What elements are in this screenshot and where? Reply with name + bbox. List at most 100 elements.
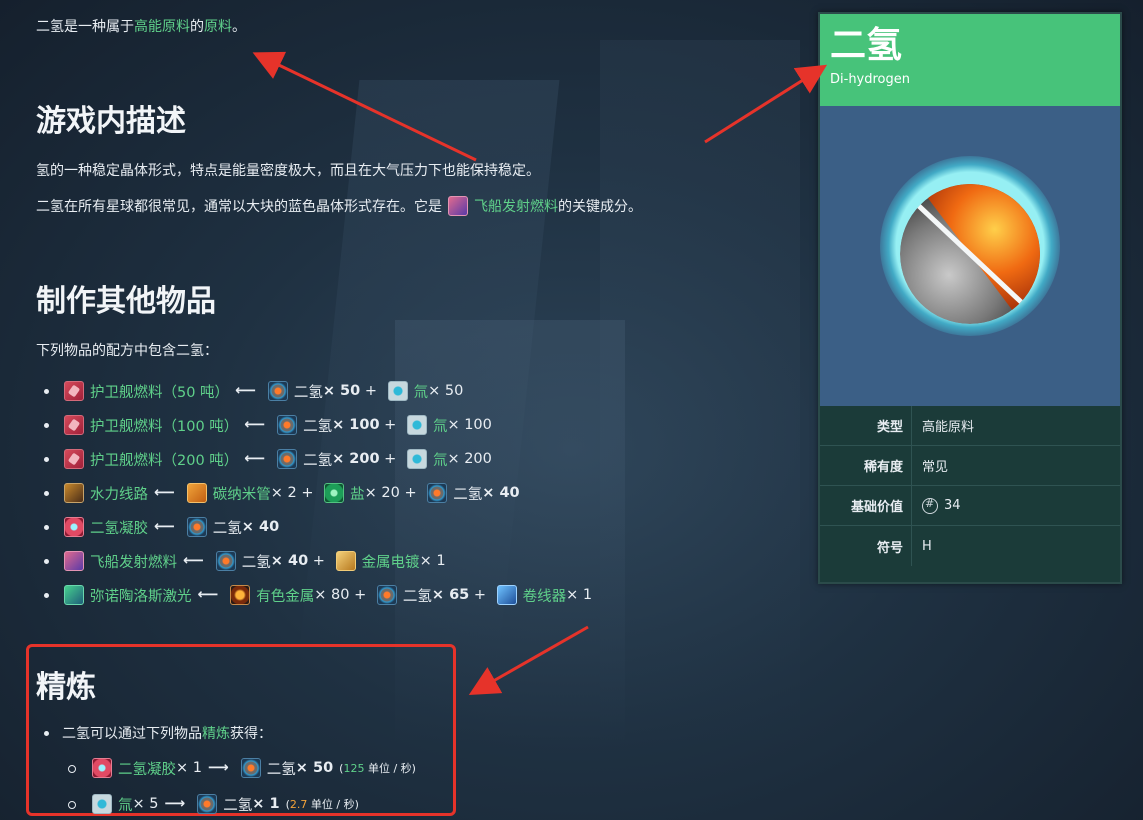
dihydrogen-icon[interactable] <box>267 381 288 401</box>
ingredient-qty: × 100 <box>447 417 492 433</box>
description-line-2-prefix: 二氢在所有星球都很常见，通常以大块的蓝色晶体形式存在。它是 <box>36 199 442 215</box>
crafting-intro: 下列物品的配方中包含二氢： <box>36 343 218 359</box>
starship-launch-fuel-icon[interactable] <box>64 551 84 571</box>
refine-output-name: 二氢 <box>266 761 296 778</box>
infobox-row-type: 类型 高能原料 <box>820 406 1120 446</box>
dihydrogen-icon[interactable] <box>427 483 448 503</box>
refine-output-name: 二氢 <box>223 797 253 814</box>
infobox-value: 常见 <box>922 460 949 475</box>
ingredient-qty: × 1 <box>566 587 593 603</box>
carbon-nanotube-icon[interactable] <box>186 483 207 503</box>
wiring-loom-icon[interactable] <box>496 585 517 605</box>
dihydrogen-icon[interactable] <box>215 551 236 571</box>
dihydrogen-icon[interactable] <box>277 415 298 435</box>
infobox-value-number: 34 <box>944 498 961 513</box>
refine-output-qty: × 50 <box>295 760 334 776</box>
dihydrogen-icon[interactable] <box>240 758 261 778</box>
arrow-right-icon: ⟶ <box>207 760 229 776</box>
link-refining[interactable]: 精炼 <box>202 723 230 743</box>
infobox-label: 稀有度 <box>820 446 912 485</box>
infobox-value: 高能原料 <box>922 420 975 435</box>
ingredient-link[interactable]: 卷线器 <box>523 585 567 606</box>
refine-input-link[interactable]: 二氢凝胶 <box>118 758 176 779</box>
refine-input-link[interactable]: 氚 <box>118 794 133 815</box>
ingredient-name: 二氢 <box>402 588 432 605</box>
refining-intro-prefix: 二氢可以通过下列物品 <box>62 726 202 742</box>
frigate-fuel-icon[interactable] <box>64 449 84 469</box>
ingredient-name: 二氢 <box>303 418 333 435</box>
recipe-output-link[interactable]: 护卫舰燃料（100 吨） <box>90 415 238 436</box>
ingredient-link[interactable]: 碳纳米管 <box>213 483 271 504</box>
description-line-2-suffix: 的关键成分。 <box>558 199 642 215</box>
chromatic-metal-icon[interactable] <box>230 585 251 605</box>
infobox-title: 二氢 <box>830 25 903 66</box>
mino-laser-icon[interactable] <box>64 585 84 605</box>
infobox-label: 类型 <box>820 406 912 445</box>
tritium-icon[interactable] <box>406 415 427 435</box>
salt-icon[interactable] <box>324 483 345 503</box>
tritium-icon[interactable] <box>92 794 112 814</box>
refine-input-qty: × 1 <box>176 760 202 776</box>
dihydrogen-jelly-icon[interactable] <box>92 758 112 778</box>
recipe-output-link[interactable]: 水力线路 <box>90 483 148 504</box>
tritium-icon[interactable] <box>406 449 427 469</box>
annotation-arrow <box>252 51 477 162</box>
ingredient-qty: × 50 <box>428 383 464 399</box>
dihydrogen-icon[interactable] <box>277 449 298 469</box>
link-starship-launch-fuel[interactable]: 飞船发射燃料 <box>474 196 558 216</box>
recipe-output-link[interactable]: 飞船发射燃料 <box>90 551 177 572</box>
arrow-left-icon: ⟵ <box>154 519 175 535</box>
frigate-fuel-icon[interactable] <box>64 415 84 435</box>
ingredient-qty: × 65 <box>431 587 470 603</box>
annotation-arrow <box>704 64 828 144</box>
starship-launch-fuel-icon[interactable] <box>448 196 468 216</box>
metal-plating-icon[interactable] <box>335 551 356 571</box>
intro-mid: 的 <box>190 19 204 35</box>
arrow-left-icon: ⟵ <box>154 485 175 501</box>
ingredient-link[interactable]: 氚 <box>414 381 429 402</box>
annotation-arrow <box>468 625 589 695</box>
dihydrogen-jelly-icon[interactable] <box>64 517 84 537</box>
recipe-output-link[interactable]: 护卫舰燃料（200 吨） <box>90 449 238 470</box>
recipe-output-link[interactable]: 弥诺陶洛斯激光 <box>90 585 192 606</box>
list-item: 护卫舰燃料（200 吨） ⟵ 二氢 × 200 + 氚 × 200 <box>44 442 592 476</box>
ingredient-link[interactable]: 有色金属 <box>256 585 314 606</box>
arrow-left-icon: ⟵ <box>244 417 266 433</box>
recipe-output-link[interactable]: 二氢凝胶 <box>90 517 148 538</box>
dihydrogen-icon[interactable] <box>197 794 218 814</box>
dihydrogen-icon[interactable] <box>376 585 397 605</box>
arrow-right-icon: ⟶ <box>164 796 186 812</box>
ingredient-link[interactable]: 氚 <box>433 449 448 470</box>
ingredient-link[interactable]: 盐 <box>350 483 365 504</box>
plus-sign: + <box>296 485 319 501</box>
link-raw-material[interactable]: 原料 <box>204 19 232 35</box>
dihydrogen-icon[interactable] <box>186 517 207 537</box>
hydraulic-wiring-icon[interactable] <box>64 483 84 503</box>
ingredient-qty: × 40 <box>270 553 309 569</box>
intro-text: 二氢是一种属于高能原料的原料。 <box>36 16 246 36</box>
ingredient-qty: × 2 <box>270 485 297 501</box>
ingredient-name: 二氢 <box>293 384 323 401</box>
plus-sign: + <box>379 417 401 433</box>
intro-prefix: 二氢是一种属于 <box>36 19 134 35</box>
ingredient-link[interactable]: 金属电镀 <box>362 551 420 572</box>
list-item: 氚 × 5 ⟶ 二氢 × 1 (2.7 单位 / 秒) <box>68 786 416 820</box>
plus-sign: + <box>399 485 422 501</box>
ingredient-name: 二氢 <box>453 486 483 503</box>
infobox-label: 基础价值 <box>820 486 912 525</box>
list-item: 二氢凝胶 ⟵ 二氢 × 40 <box>44 510 592 544</box>
heading-description: 游戏内描述 <box>36 104 186 139</box>
link-high-energy-material[interactable]: 高能原料 <box>134 19 190 35</box>
refine-rate: (125 单位 / 秒) <box>339 762 416 775</box>
tritium-icon[interactable] <box>387 381 408 401</box>
ingredient-qty: × 80 <box>314 587 350 603</box>
ingredient-link[interactable]: 氚 <box>433 415 448 436</box>
ingredient-qty: × 40 <box>482 485 520 501</box>
arrow-left-icon: ⟵ <box>244 451 266 467</box>
recipe-output-link[interactable]: 护卫舰燃料（50 吨） <box>90 381 229 402</box>
ingredient-qty: × 200 <box>447 451 492 467</box>
frigate-fuel-icon[interactable] <box>64 381 84 401</box>
arrow-left-icon: ⟵ <box>197 587 219 603</box>
plus-sign: + <box>308 553 330 569</box>
plus-sign: + <box>349 587 371 603</box>
